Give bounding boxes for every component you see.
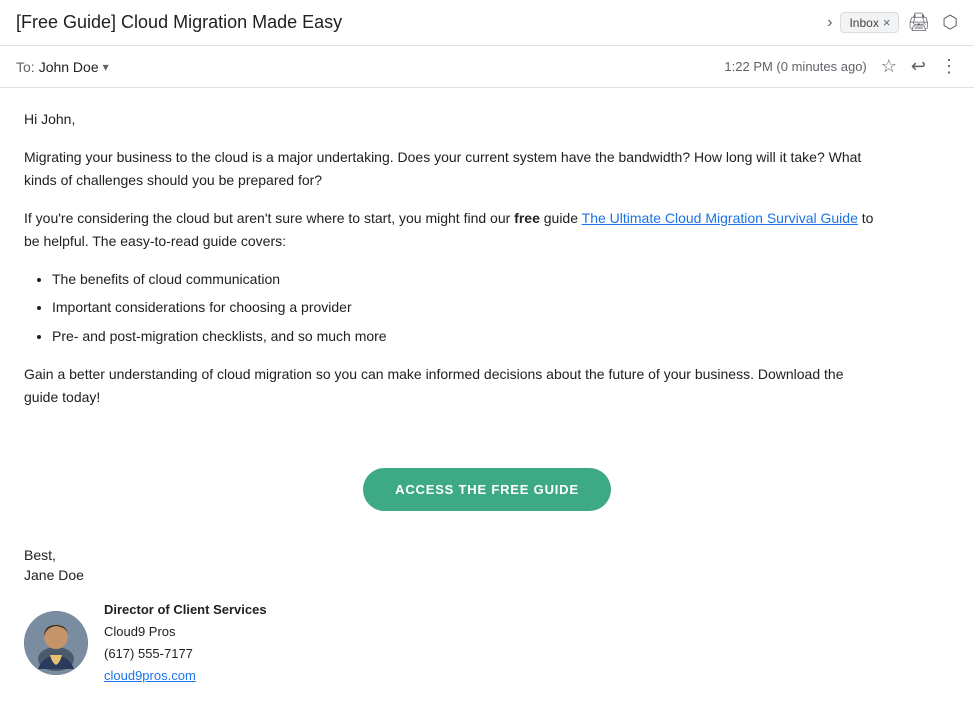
avatar bbox=[24, 611, 88, 675]
para2: If you're considering the cloud but aren… bbox=[24, 207, 876, 252]
email-signature: Best, Jane Doe Director of Client Servic… bbox=[0, 539, 974, 707]
popout-icon[interactable]: ⬡ bbox=[942, 12, 958, 33]
email-subject: [Free Guide] Cloud Migration Made Easy bbox=[16, 12, 813, 33]
para2-before: If you're considering the cloud but aren… bbox=[24, 210, 514, 226]
sig-details: Director of Client Services Cloud9 Pros … bbox=[104, 599, 267, 687]
sender-right-actions: 1:22 PM (0 minutes ago) ☆ ↩ ⋮ bbox=[724, 56, 958, 77]
guide-link[interactable]: The Ultimate Cloud Migration Survival Gu… bbox=[582, 210, 858, 226]
email-timestamp: 1:22 PM (0 minutes ago) bbox=[724, 59, 866, 74]
greeting: Hi John, bbox=[24, 108, 876, 130]
header-actions: 🖨 ⬡ bbox=[907, 12, 958, 33]
sig-card: Director of Client Services Cloud9 Pros … bbox=[24, 599, 950, 687]
sig-company: Cloud9 Pros bbox=[104, 621, 267, 643]
para2-bold: free bbox=[514, 210, 540, 226]
email-title-bar: [Free Guide] Cloud Migration Made Easy ›… bbox=[0, 0, 974, 46]
inbox-badge[interactable]: Inbox × bbox=[840, 12, 899, 33]
recipient-dropdown-icon[interactable]: ▾ bbox=[103, 60, 109, 74]
inbox-close-icon[interactable]: × bbox=[883, 15, 891, 30]
list-item: The benefits of cloud communication bbox=[52, 268, 876, 290]
closing: Best, bbox=[24, 547, 950, 563]
cta-container: ACCESS THE FREE GUIDE bbox=[0, 468, 974, 511]
para1: Migrating your business to the cloud is … bbox=[24, 146, 876, 191]
email-body: Hi John, Migrating your business to the … bbox=[0, 88, 900, 444]
bullet-list: The benefits of cloud communication Impo… bbox=[52, 268, 876, 347]
to-label: To: bbox=[16, 59, 35, 75]
recipient-name: John Doe bbox=[39, 59, 99, 75]
sender-row: To: John Doe ▾ 1:22 PM (0 minutes ago) ☆… bbox=[0, 46, 974, 88]
more-options-icon[interactable]: ⋮ bbox=[940, 56, 958, 77]
sig-phone: (617) 555-7177 bbox=[104, 643, 267, 665]
sender-name: Jane Doe bbox=[24, 567, 950, 583]
sig-website-link[interactable]: cloud9pros.com bbox=[104, 668, 196, 683]
sender-info: To: John Doe ▾ bbox=[16, 59, 109, 75]
email-action-icons: ☆ ↩ ⋮ bbox=[881, 56, 958, 77]
para2-middle: guide bbox=[540, 210, 582, 226]
inbox-label: Inbox bbox=[849, 16, 878, 30]
reply-icon[interactable]: ↩ bbox=[911, 56, 926, 77]
forward-icon[interactable]: › bbox=[827, 14, 832, 32]
print-icon[interactable]: 🖨 bbox=[907, 12, 930, 33]
list-item: Important considerations for choosing a … bbox=[52, 296, 876, 318]
list-item: Pre- and post-migration checklists, and … bbox=[52, 325, 876, 347]
star-icon[interactable]: ☆ bbox=[881, 56, 897, 77]
para3: Gain a better understanding of cloud mig… bbox=[24, 363, 876, 408]
access-free-guide-button[interactable]: ACCESS THE FREE GUIDE bbox=[363, 468, 611, 511]
